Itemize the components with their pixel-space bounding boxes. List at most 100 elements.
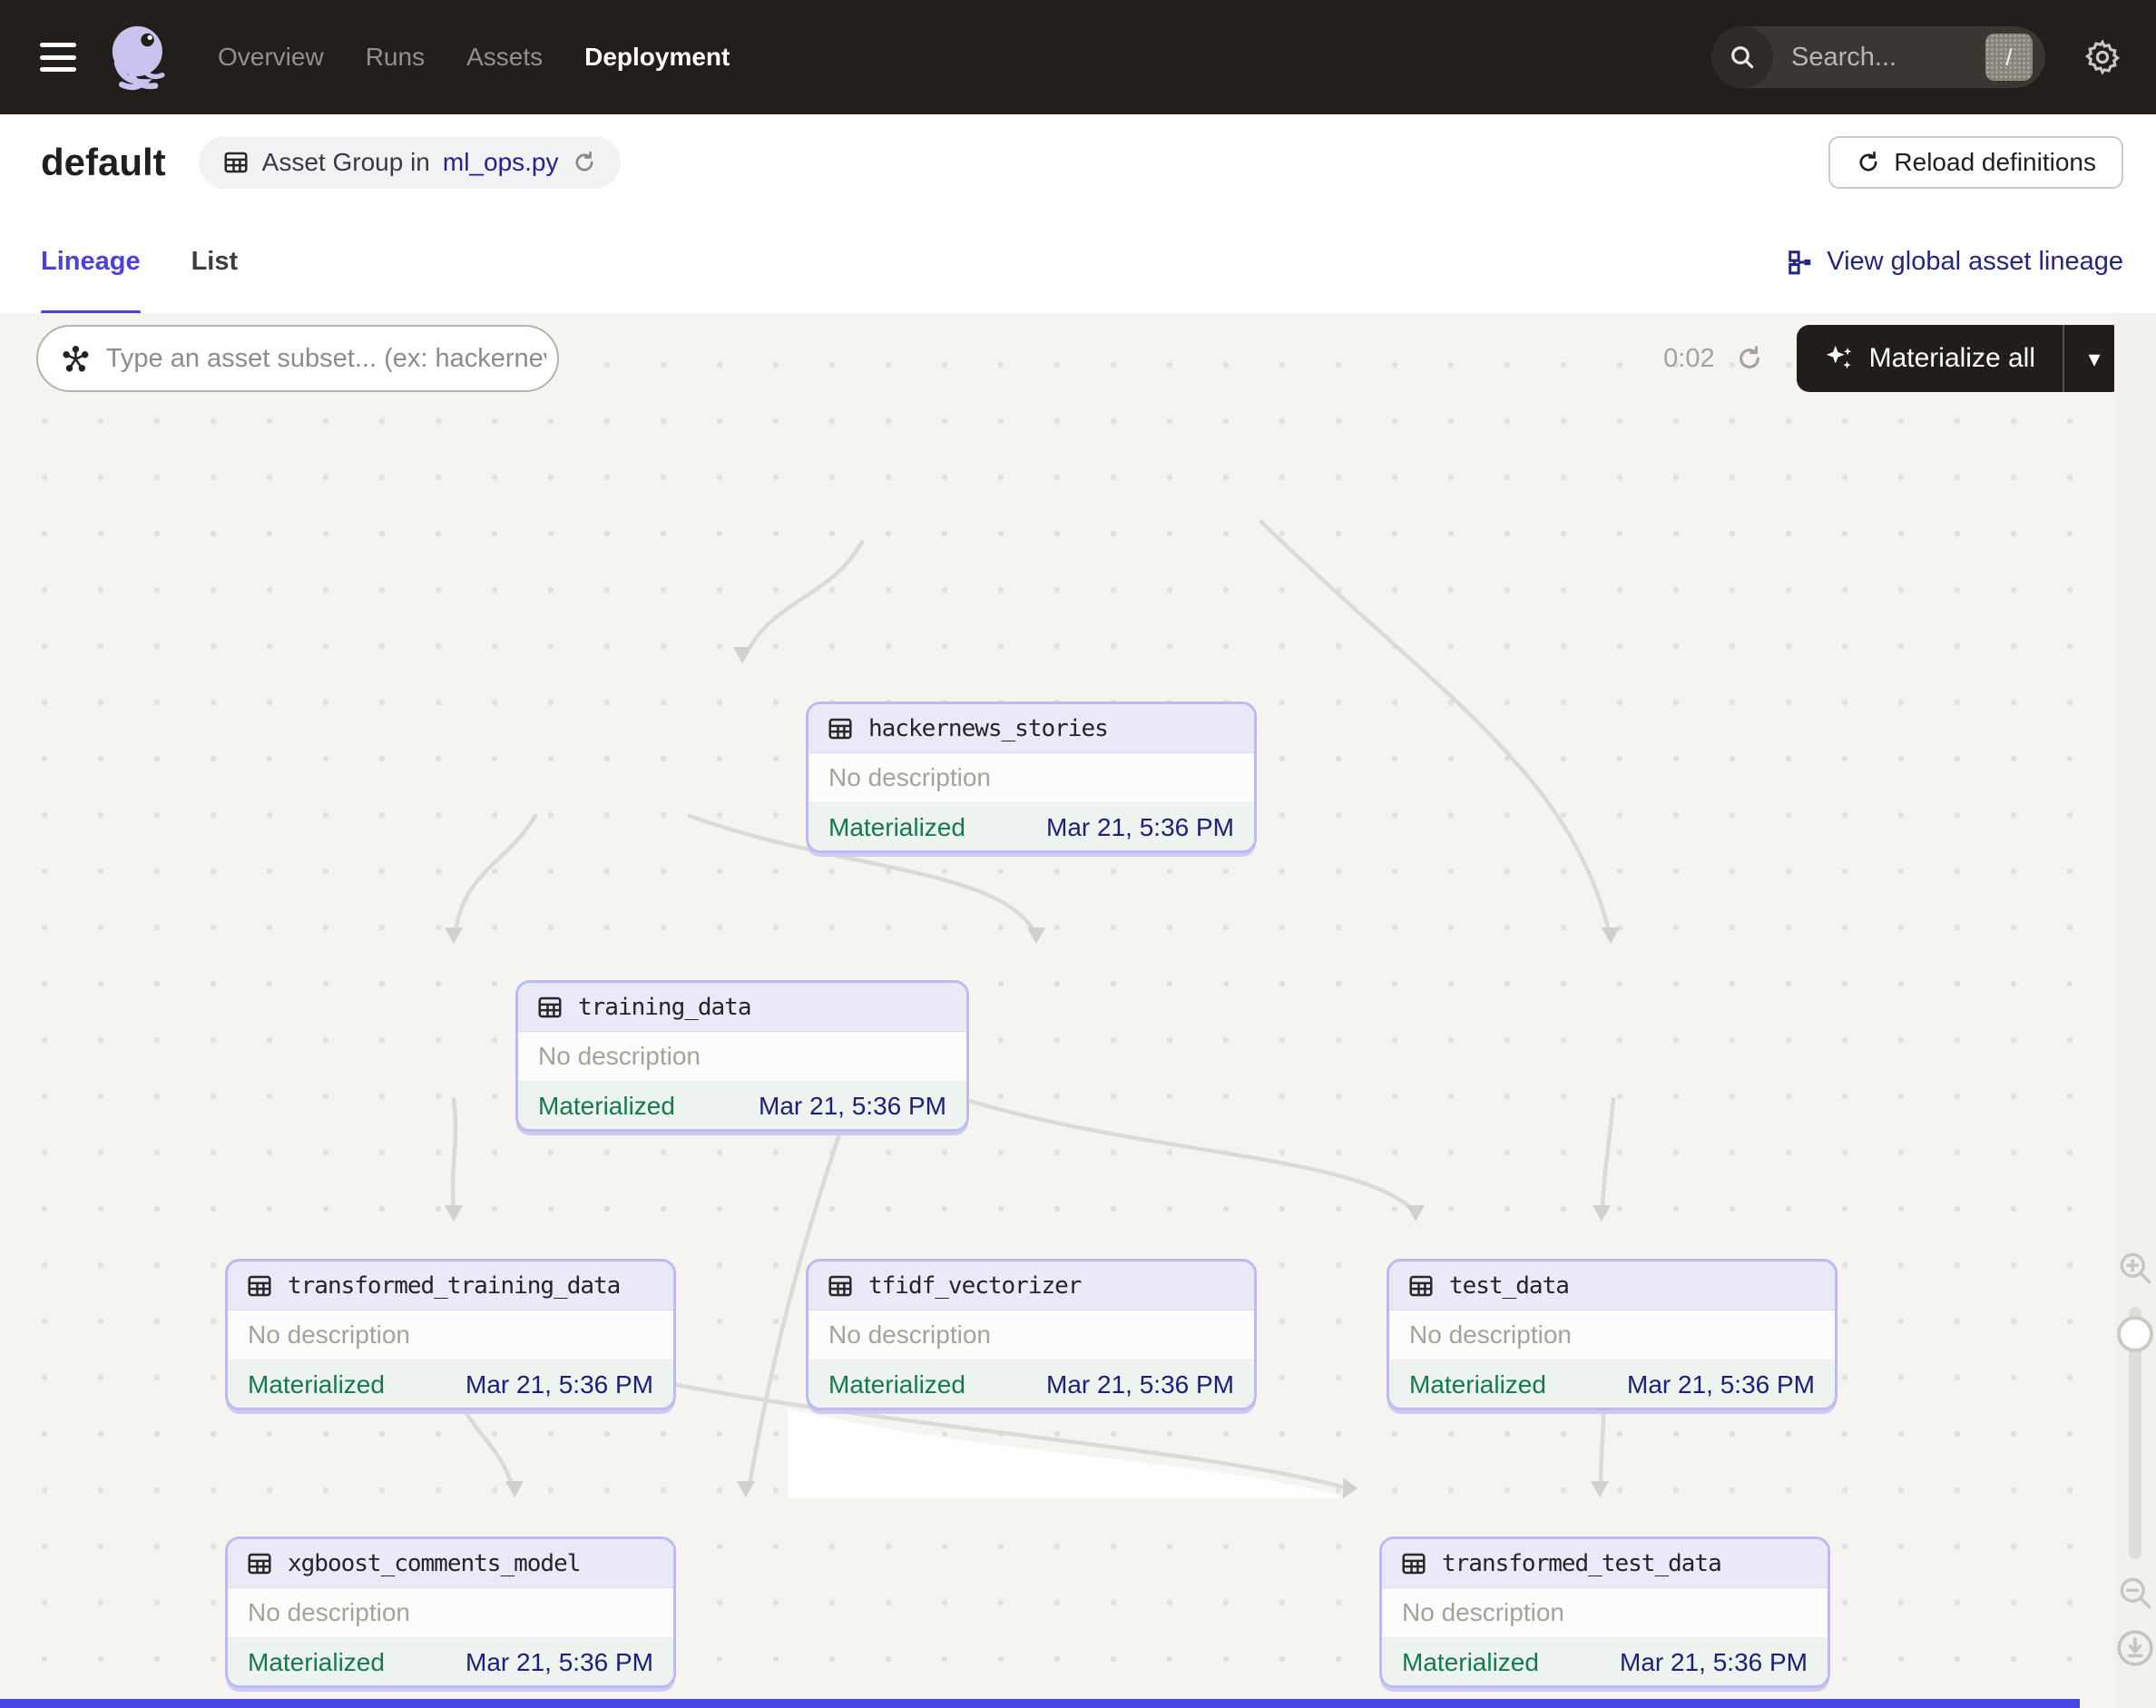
view-tabs: Lineage List <box>41 211 238 313</box>
graph-toolbar: 0:02 Materialize all ▾ <box>0 325 2156 392</box>
reload-definitions-label: Reload definitions <box>1894 148 2096 177</box>
zoom-out-icon[interactable] <box>2115 1573 2155 1617</box>
view-global-asset-lineage-link[interactable]: View global asset lineage <box>1787 247 2123 277</box>
materialize-all-button[interactable]: Materialize all <box>1797 325 2063 392</box>
reload-definitions-button[interactable]: Reload definitions <box>1828 136 2123 189</box>
asset-description: No description <box>1389 1310 1835 1360</box>
nav-item[interactable]: Assets <box>466 43 543 72</box>
asset-node-header: xgboost_comments_model <box>228 1539 673 1588</box>
asset-name: hackernews_stories <box>868 715 1108 742</box>
zoom-control-rail <box>2114 313 2156 1708</box>
asset-name: transformed_training_data <box>288 1272 620 1300</box>
lineage-graph-canvas[interactable]: 0:02 Materialize all ▾ <box>0 313 2156 1708</box>
tabs-row: Lineage List View global asset lineage <box>0 211 2156 315</box>
asset-node-header: training_data <box>518 983 966 1032</box>
materialized-timestamp[interactable]: Mar 21, 5:36 PM <box>759 1092 946 1121</box>
search-shortcut-key: / <box>1985 34 2033 81</box>
sparkle-icon <box>1824 343 1855 374</box>
asset-node[interactable]: transformed_test_data No description Mat… <box>1379 1536 1830 1688</box>
global-search[interactable]: / <box>1711 26 2045 88</box>
asset-name: tfidf_vectorizer <box>868 1272 1081 1300</box>
asset-node-footer: Materialized Mar 21, 5:36 PM <box>808 1360 1254 1409</box>
primary-nav: Overview Runs Assets Deployment <box>218 43 730 72</box>
dagster-app: Overview Runs Assets Deployment / default <box>0 0 2156 1708</box>
top-navbar: Overview Runs Assets Deployment / <box>0 0 2156 114</box>
code-location-link[interactable]: ml_ops.py <box>443 148 559 177</box>
materialized-status: Materialized <box>538 1092 675 1121</box>
asset-node-footer: Materialized Mar 21, 5:36 PM <box>518 1082 966 1130</box>
materialized-timestamp[interactable]: Mar 21, 5:36 PM <box>1620 1648 1808 1677</box>
asset-node-header: transformed_training_data <box>228 1261 673 1310</box>
asset-node[interactable]: transformed_training_data No description… <box>225 1259 676 1410</box>
nav-item[interactable]: Deployment <box>584 43 730 72</box>
page-title: default <box>41 141 166 184</box>
asset-node-header: hackernews_stories <box>808 704 1254 753</box>
table-grid-icon <box>246 1550 273 1577</box>
materialized-status: Materialized <box>1409 1370 1546 1399</box>
asset-subset-filter[interactable] <box>36 325 559 392</box>
horizontal-scrollbar[interactable] <box>0 1699 2080 1708</box>
materialize-all-split-button: Materialize all ▾ <box>1797 325 2124 392</box>
materialized-status: Materialized <box>248 1648 385 1677</box>
search-input[interactable] <box>1789 42 1956 74</box>
materialized-timestamp[interactable]: Mar 21, 5:36 PM <box>466 1648 653 1677</box>
asset-name: transformed_test_data <box>1442 1550 1721 1577</box>
asset-node-footer: Materialized Mar 21, 5:36 PM <box>808 803 1254 851</box>
materialized-timestamp[interactable]: Mar 21, 5:36 PM <box>1046 1370 1234 1399</box>
asset-graph-icon <box>62 343 90 374</box>
tab[interactable]: List <box>191 211 239 313</box>
view-global-asset-lineage-label: View global asset lineage <box>1827 247 2123 277</box>
asset-node-footer: Materialized Mar 21, 5:36 PM <box>1382 1638 1828 1686</box>
asset-description: No description <box>808 753 1254 803</box>
refresh-timer: 0:02 <box>1663 344 1714 374</box>
materialized-status: Materialized <box>828 813 965 842</box>
asset-description: No description <box>808 1310 1254 1360</box>
asset-node[interactable]: tfidf_vectorizer No description Material… <box>806 1259 1257 1410</box>
asset-description: No description <box>228 1588 673 1638</box>
table-grid-icon <box>1407 1272 1435 1300</box>
asset-node[interactable]: test_data No description Materialized Ma… <box>1387 1259 1838 1410</box>
asset-node-header: test_data <box>1389 1261 1835 1310</box>
asset-node[interactable]: xgboost_comments_model No description Ma… <box>225 1536 676 1688</box>
asset-group-label: Asset Group in <box>262 148 430 177</box>
asset-description: No description <box>518 1032 966 1082</box>
tab[interactable]: Lineage <box>41 211 141 313</box>
materialized-timestamp[interactable]: Mar 21, 5:36 PM <box>466 1370 653 1399</box>
asset-name: xgboost_comments_model <box>288 1550 580 1577</box>
asset-node-footer: Materialized Mar 21, 5:36 PM <box>228 1638 673 1686</box>
asset-description: No description <box>1382 1588 1828 1638</box>
materialized-status: Materialized <box>248 1370 385 1399</box>
hamburger-menu-icon[interactable] <box>40 43 76 72</box>
asset-node-header: tfidf_vectorizer <box>808 1261 1254 1310</box>
zoom-slider-handle[interactable] <box>2117 1316 2153 1352</box>
table-grid-icon <box>827 715 854 742</box>
materialized-status: Materialized <box>828 1370 965 1399</box>
materialize-all-label: Materialize all <box>1869 343 2035 374</box>
nav-item[interactable]: Overview <box>218 43 324 72</box>
materialized-timestamp[interactable]: Mar 21, 5:36 PM <box>1627 1370 1815 1399</box>
zoom-in-icon[interactable] <box>2115 1248 2155 1292</box>
navbar-right: / <box>1711 26 2122 88</box>
asset-name: training_data <box>578 994 751 1021</box>
materialized-status: Materialized <box>1402 1648 1539 1677</box>
table-grid-icon <box>827 1272 854 1300</box>
download-graph-icon[interactable] <box>2114 1627 2156 1674</box>
asset-node[interactable]: training_data No description Materialize… <box>515 980 969 1132</box>
asset-node-footer: Materialized Mar 21, 5:36 PM <box>228 1360 673 1409</box>
nav-item[interactable]: Runs <box>366 43 425 72</box>
dagster-logo-icon[interactable] <box>102 19 178 95</box>
badge-refresh-icon[interactable] <box>572 150 597 175</box>
table-grid-icon <box>222 149 250 176</box>
asset-subset-input[interactable] <box>104 343 548 375</box>
table-grid-icon <box>246 1272 273 1300</box>
reload-icon <box>1856 150 1881 175</box>
materialized-timestamp[interactable]: Mar 21, 5:36 PM <box>1046 813 1234 842</box>
asset-group-badge: Asset Group in ml_ops.py <box>199 136 621 189</box>
lineage-edges <box>0 313 2156 1708</box>
settings-gear-icon[interactable] <box>2083 38 2122 76</box>
asset-node[interactable]: hackernews_stories No description Materi… <box>806 702 1257 853</box>
lineage-graph-icon <box>1787 249 1814 276</box>
search-icon <box>1711 26 1773 88</box>
graph-refresh-icon[interactable] <box>1735 344 1764 373</box>
table-grid-icon <box>1400 1550 1427 1577</box>
